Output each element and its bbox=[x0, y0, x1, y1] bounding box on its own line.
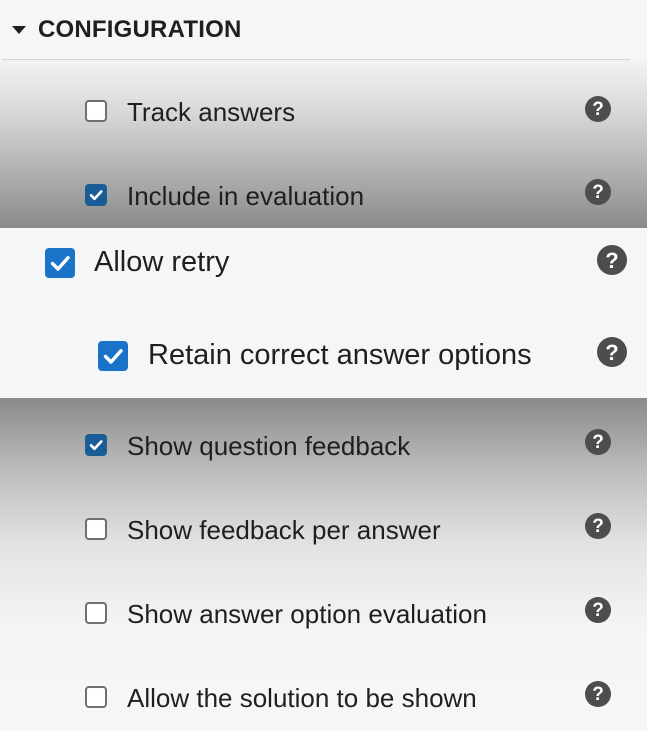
help-icon[interactable]: ? bbox=[597, 245, 627, 275]
help-icon[interactable]: ? bbox=[585, 597, 611, 623]
option-show-answer-option-evaluation[interactable]: Show answer option evaluation ? bbox=[0, 593, 647, 633]
checkbox-allow-solution-shown[interactable] bbox=[85, 686, 107, 708]
option-allow-retry[interactable]: Allow retry ? bbox=[0, 242, 647, 282]
option-label: Allow retry bbox=[94, 246, 230, 278]
checkbox-show-feedback-per-answer[interactable] bbox=[85, 518, 107, 540]
option-label: Show feedback per answer bbox=[127, 515, 441, 545]
option-show-feedback-per-answer[interactable]: Show feedback per answer ? bbox=[0, 509, 647, 549]
option-track-answers[interactable]: Track answers ? bbox=[0, 91, 647, 131]
checkbox-show-question-feedback[interactable] bbox=[85, 434, 107, 456]
checkbox-show-answer-option-evaluation[interactable] bbox=[85, 602, 107, 624]
option-allow-solution-shown[interactable]: Allow the solution to be shown ? bbox=[0, 677, 647, 717]
help-icon[interactable]: ? bbox=[585, 681, 611, 707]
option-retain-correct-answer-options[interactable]: Retain correct answer options ? bbox=[0, 335, 647, 375]
triangle-down-icon[interactable] bbox=[12, 26, 26, 34]
option-label: Show question feedback bbox=[127, 431, 411, 461]
checkmark-icon bbox=[50, 256, 70, 271]
option-label: Include in evaluation bbox=[127, 181, 365, 211]
help-icon[interactable]: ? bbox=[585, 429, 611, 455]
checkbox-allow-retry[interactable] bbox=[45, 248, 75, 278]
checkbox-track-answers[interactable] bbox=[85, 100, 107, 122]
help-icon[interactable]: ? bbox=[597, 337, 627, 367]
help-icon[interactable]: ? bbox=[585, 96, 611, 122]
option-show-question-feedback[interactable]: Show question feedback ? bbox=[0, 425, 647, 465]
help-icon[interactable]: ? bbox=[585, 179, 611, 205]
checkmark-icon bbox=[89, 440, 103, 451]
checkbox-retain-correct-answer-options[interactable] bbox=[98, 341, 128, 371]
checkbox-include-in-evaluation[interactable] bbox=[85, 184, 107, 206]
help-icon[interactable]: ? bbox=[585, 513, 611, 539]
checkmark-icon bbox=[103, 349, 123, 364]
checkmark-icon bbox=[89, 190, 103, 201]
option-label: Track answers bbox=[127, 97, 296, 127]
option-include-in-evaluation[interactable]: Include in evaluation ? bbox=[0, 175, 647, 215]
option-label: Allow the solution to be shown bbox=[127, 683, 477, 713]
section-title: CONFIGURATION bbox=[38, 16, 242, 43]
configuration-section-header[interactable]: CONFIGURATION bbox=[0, 0, 647, 60]
option-label: Retain correct answer options bbox=[148, 339, 532, 371]
option-label: Show answer option evaluation bbox=[127, 599, 487, 629]
